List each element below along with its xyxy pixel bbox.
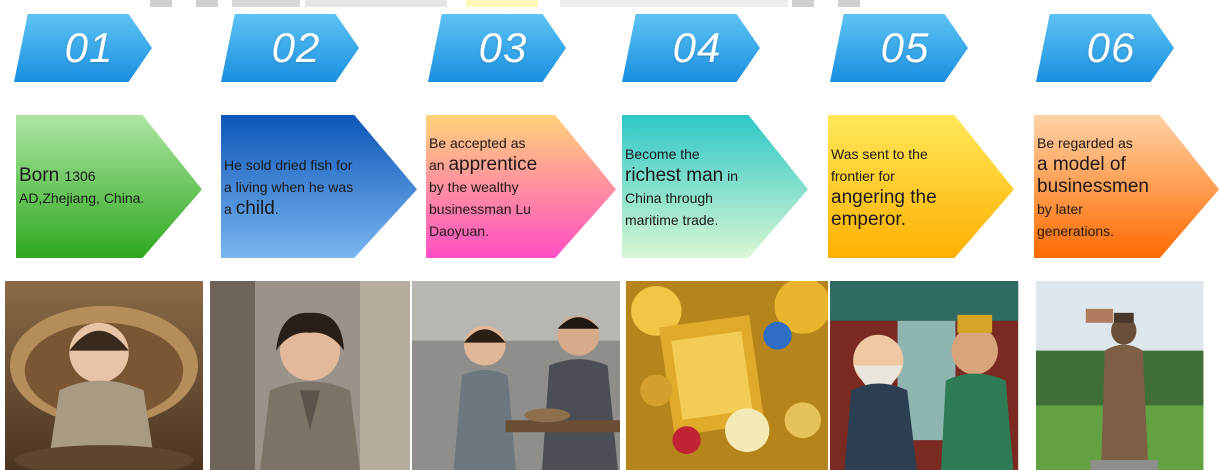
step-description-arrow-2: He sold dried fish for a living when he w…	[221, 115, 417, 258]
step-description-text: He sold dried fish for a living when he w…	[224, 115, 356, 258]
step-description-text: Be accepted as an apprentice by the wealth…	[429, 115, 561, 258]
body-text: by later	[1037, 200, 1083, 217]
body-text: AD,Zhejiang, China.	[19, 189, 145, 206]
step-description-text: Born 1306 AD,Zhejiang, China.	[19, 115, 151, 258]
emphasis-text: apprentice	[448, 153, 538, 175]
body-text: Was sent to the	[831, 145, 928, 162]
body-text: in	[723, 167, 738, 184]
body-text: Be regarded as	[1037, 134, 1133, 151]
description-line: Born 1306	[19, 165, 151, 187]
emphasis-text: child	[235, 197, 275, 219]
step-description-arrow-6: Be regarded as a model of businessmen by la…	[1034, 115, 1219, 258]
body-text: a living when he was	[224, 178, 354, 195]
apprentice-photo	[412, 281, 620, 470]
body-text: by the wealthy	[429, 178, 519, 195]
body-text: maritime trade.	[625, 211, 719, 228]
body-text: Be accepted as	[429, 134, 526, 151]
body-text: Become the	[625, 145, 700, 162]
emphasis-text: Born	[19, 164, 65, 186]
body-text: frontier	[831, 167, 875, 184]
description-line: Become the	[625, 143, 757, 165]
description-line: frontier for	[831, 165, 963, 187]
step-description-arrow-5: Was sent to the frontier for angering the e…	[828, 115, 1014, 258]
description-line: a living when he was	[224, 176, 356, 198]
step-number-banner-1: 01	[14, 14, 152, 82]
step-column-4: 04 Become the richest man in China through m…	[616, 0, 828, 470]
description-line: by the wealthy	[429, 176, 561, 198]
step-description-text: Be regarded as a model of businessmen by la…	[1037, 115, 1169, 258]
body-text: for	[874, 167, 895, 184]
description-line: businessmen	[1037, 176, 1169, 198]
step-number: 03	[478, 24, 528, 71]
body-text: China through	[625, 189, 713, 206]
baby-photo	[5, 281, 203, 470]
description-line: AD,Zhejiang, China.	[19, 187, 151, 209]
description-line: angering the	[831, 187, 963, 209]
step-description-arrow-3: Be accepted as an apprentice by the wealth…	[426, 115, 616, 258]
step-number-banner-2: 02	[221, 14, 359, 82]
step-number-banner-3: 03	[428, 14, 566, 82]
description-line: by later	[1037, 198, 1169, 220]
description-line: generations.	[1037, 220, 1169, 242]
description-line: Be regarded as	[1037, 132, 1169, 154]
step-description-text: Was sent to the frontier for angering the e…	[831, 115, 963, 258]
step-column-6: 06 Be regarded as a model of businessmen by …	[1028, 0, 1219, 470]
description-line: a model of	[1037, 154, 1169, 176]
description-line: Daoyuan.	[429, 220, 561, 242]
step-number-banner-6: 06	[1036, 14, 1174, 82]
description-line: maritime trade.	[625, 209, 757, 231]
step-number-banner-5: 05	[830, 14, 968, 82]
emphasis-text: businessmen	[1037, 175, 1149, 197]
body-text: 1306	[64, 167, 96, 184]
boy-photo	[210, 281, 410, 470]
treasure-photo	[626, 281, 828, 470]
body-text: businessman Lu	[429, 200, 531, 217]
body-text: He sold dried fish for	[224, 156, 353, 173]
description-line: emperor.	[831, 209, 963, 231]
body-text: generations.	[1037, 222, 1115, 239]
description-line: Be accepted as	[429, 132, 561, 154]
description-line: China through	[625, 187, 757, 209]
emphasis-text: emperor.	[831, 208, 906, 230]
statue-photo	[1036, 281, 1217, 470]
step-number: 02	[271, 24, 321, 71]
body-text: a	[224, 200, 236, 217]
step-column-1: 01 Born 1306 AD,Zhejiang, China.	[0, 0, 205, 470]
description-line: Was sent to the	[831, 143, 963, 165]
description-line: richest man in	[625, 165, 757, 187]
body-text: .	[274, 200, 279, 217]
emphasis-text: angering the	[831, 186, 937, 208]
step-number: 05	[880, 24, 930, 71]
step-description-text: Become the richest man in China through mar…	[625, 115, 757, 258]
step-number: 04	[672, 24, 722, 71]
step-number: 01	[64, 24, 114, 71]
step-column-5: 05 Was sent to the frontier for angering th…	[822, 0, 1027, 470]
description-line: businessman Lu	[429, 198, 561, 220]
description-line: an apprentice	[429, 154, 561, 176]
body-text: an	[429, 156, 449, 173]
description-line: He sold dried fish for	[224, 154, 356, 176]
description-line: a child.	[224, 198, 356, 220]
step-number-banner-4: 04	[622, 14, 760, 82]
emperor-photo	[830, 281, 1023, 470]
step-description-arrow-4: Become the richest man in China through mar…	[622, 115, 808, 258]
body-text: Daoyuan.	[429, 222, 489, 239]
emphasis-text: richest man	[625, 164, 724, 186]
step-column-3: 03 Be accepted as an apprentice by the weal…	[410, 0, 620, 470]
step-column-2: 02 He sold dried fish for a living when he…	[205, 0, 417, 470]
step-description-arrow-1: Born 1306 AD,Zhejiang, China.	[16, 115, 202, 258]
emphasis-text: a model of	[1037, 153, 1126, 175]
step-number: 06	[1086, 24, 1136, 71]
